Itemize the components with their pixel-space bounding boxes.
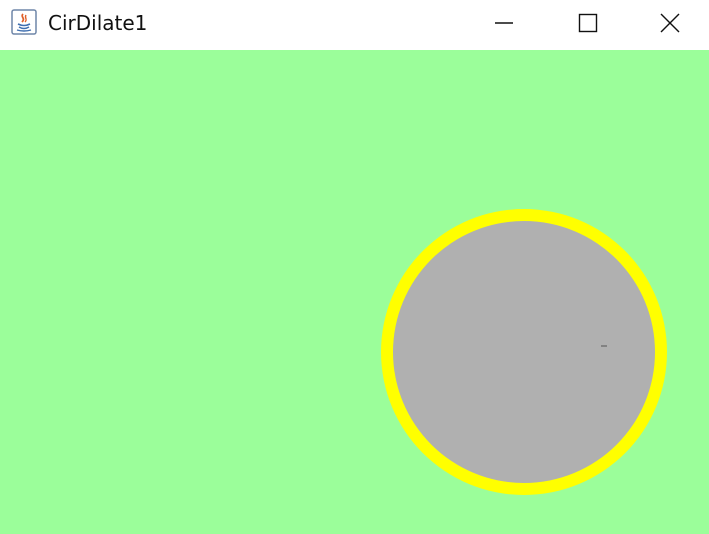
java-app-icon xyxy=(11,9,37,35)
minimize-button[interactable] xyxy=(462,0,546,46)
minimize-icon xyxy=(495,22,513,24)
canvas-drawing xyxy=(381,209,667,495)
title-bar[interactable]: CirDilate1 xyxy=(0,0,709,50)
window-title: CirDilate1 xyxy=(48,11,148,35)
close-icon xyxy=(660,13,679,33)
app-window: CirDilate1 xyxy=(0,0,709,534)
dilating-circle xyxy=(393,221,655,483)
maximize-icon xyxy=(578,13,598,33)
drawing-canvas[interactable] xyxy=(0,50,709,534)
maximize-button[interactable] xyxy=(546,0,630,46)
close-button[interactable] xyxy=(630,0,709,46)
